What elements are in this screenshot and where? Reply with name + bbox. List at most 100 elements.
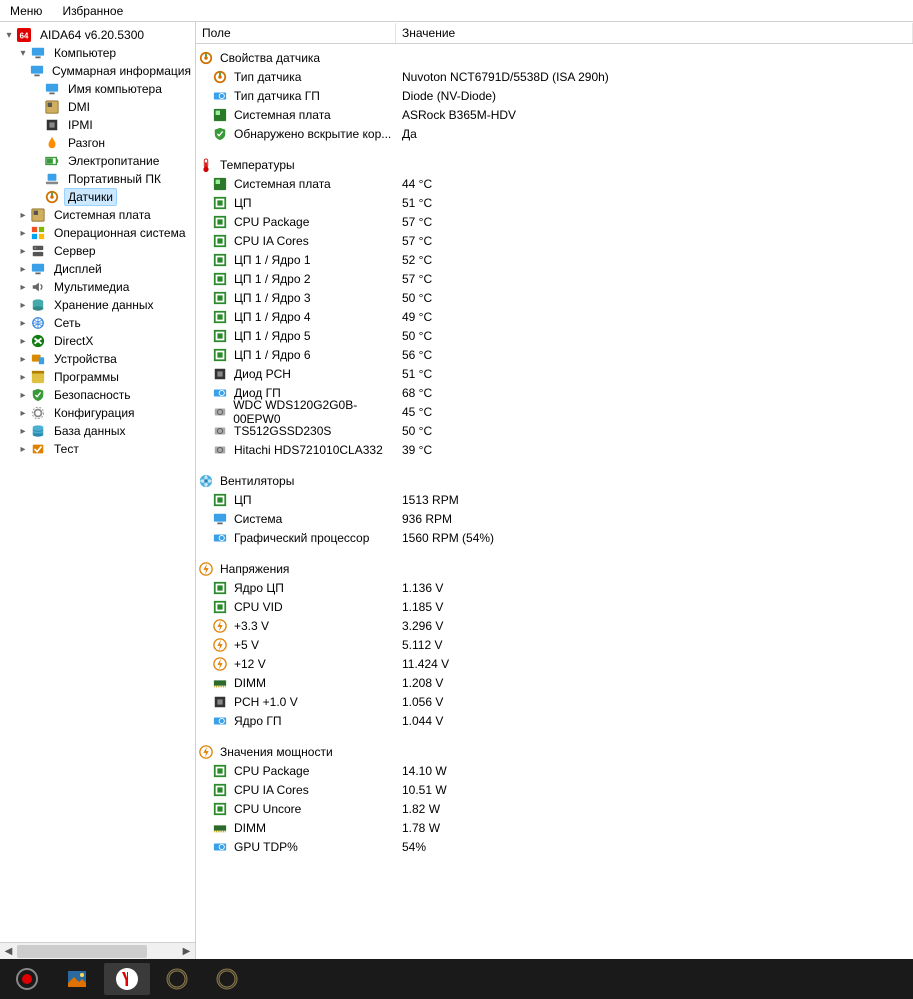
tree-item[interactable]: ▸Системная плата (0, 206, 195, 224)
collapse-icon[interactable]: ▾ (2, 28, 16, 42)
list-row[interactable]: GPU TDP%54% (196, 837, 913, 856)
tree-item[interactable]: ▸ Безопасность (0, 386, 195, 404)
expand-icon[interactable]: ▸ (16, 334, 30, 348)
list-row[interactable]: Тип датчика ГПDiode (NV-Diode) (196, 86, 913, 105)
row-field: +3.3 V (234, 619, 269, 633)
hdd-icon (212, 423, 228, 439)
list-row[interactable]: ЦП 1 / Ядро 656 °C (196, 345, 913, 364)
taskbar-item-record[interactable] (4, 963, 50, 995)
tree-item-label: Безопасность (50, 386, 135, 404)
section-header[interactable]: Температуры (196, 155, 913, 174)
taskbar-item-yandex[interactable] (104, 963, 150, 995)
list-row[interactable]: Система936 RPM (196, 509, 913, 528)
list-row[interactable]: CPU Uncore1.82 W (196, 799, 913, 818)
tree-item[interactable]: ▸Мультимедиа (0, 278, 195, 296)
expand-icon[interactable]: ▸ (16, 406, 30, 420)
taskbar-item-picture[interactable] (54, 963, 100, 995)
list-row[interactable]: +12 V11.424 V (196, 654, 913, 673)
list-row[interactable]: CPU Package14.10 W (196, 761, 913, 780)
list-row[interactable]: ЦП 1 / Ядро 350 °C (196, 288, 913, 307)
tree-item-computer-child[interactable]: Разгон (0, 134, 195, 152)
list-row[interactable]: CPU VID1.185 V (196, 597, 913, 616)
list-row[interactable]: ЦП 1 / Ядро 449 °C (196, 307, 913, 326)
tree-item-computer-child[interactable]: Суммарная информация (0, 62, 195, 80)
list-row[interactable]: Ядро ГП1.044 V (196, 711, 913, 730)
tree-root-app[interactable]: ▾64AIDA64 v6.20.5300 (0, 26, 195, 44)
tree-item-computer-child[interactable]: Портативный ПК (0, 170, 195, 188)
list-row[interactable]: DIMM1.208 V (196, 673, 913, 692)
expand-icon[interactable]: ▸ (16, 208, 30, 222)
tree-item[interactable]: ▸DirectX (0, 332, 195, 350)
list-row[interactable]: Графический процессор1560 RPM (54%) (196, 528, 913, 547)
section-header[interactable]: Значения мощности (196, 742, 913, 761)
list-row[interactable]: Ядро ЦП1.136 V (196, 578, 913, 597)
tree-item[interactable]: ▸Программы (0, 368, 195, 386)
tree-item[interactable]: ▸Устройства (0, 350, 195, 368)
horizontal-scrollbar[interactable]: ◀ ▶ (0, 942, 195, 959)
section-header[interactable]: Свойства датчика (196, 48, 913, 67)
tree-item[interactable]: ▸Сеть (0, 314, 195, 332)
expand-icon[interactable]: ▸ (16, 442, 30, 456)
tree-item[interactable]: ▸Дисплей (0, 260, 195, 278)
list-row[interactable]: ЦП 1 / Ядро 550 °C (196, 326, 913, 345)
section-header[interactable]: Вентиляторы (196, 471, 913, 490)
scroll-right-icon[interactable]: ▶ (178, 943, 195, 960)
sensor-icon (198, 50, 214, 66)
collapse-icon[interactable]: ▾ (16, 46, 30, 60)
expand-icon[interactable]: ▸ (16, 226, 30, 240)
list-row[interactable]: Тип датчикаNuvoton NCT6791D/5538D (ISA 2… (196, 67, 913, 86)
listview-header[interactable]: Поле Значение (196, 22, 913, 44)
tree-item-computer-child[interactable]: DMI (0, 98, 195, 116)
tree-item[interactable]: ▸Тест (0, 440, 195, 458)
expand-icon[interactable]: ▸ (16, 424, 30, 438)
list-row[interactable]: TS512GSSD230S50 °C (196, 421, 913, 440)
chip-icon (212, 763, 228, 779)
scroll-left-icon[interactable]: ◀ (0, 943, 17, 960)
list-row[interactable]: Hitachi HDS721010CLA33239 °C (196, 440, 913, 459)
list-row[interactable]: DIMM1.78 W (196, 818, 913, 837)
tree-item[interactable]: ▸База данных (0, 422, 195, 440)
expand-icon[interactable]: ▸ (16, 370, 30, 384)
menu-menu[interactable]: Меню (0, 1, 52, 21)
tree-item[interactable]: ▸Операционная система (0, 224, 195, 242)
list-row[interactable]: ЦП 1 / Ядро 257 °C (196, 269, 913, 288)
expand-icon[interactable]: ▸ (16, 316, 30, 330)
tree-item[interactable]: ▸Конфигурация (0, 404, 195, 422)
list-row[interactable]: ЦП1513 RPM (196, 490, 913, 509)
tree-item-computer-child[interactable]: Датчики (0, 188, 195, 206)
list-row[interactable]: Системная плата44 °C (196, 174, 913, 193)
tree-item-computer-child[interactable]: Электропитание (0, 152, 195, 170)
expand-icon[interactable]: ▸ (16, 244, 30, 258)
list-row[interactable]: ЦП51 °C (196, 193, 913, 212)
list-row[interactable]: +5 V5.112 V (196, 635, 913, 654)
section-header[interactable]: Напряжения (196, 559, 913, 578)
list-row[interactable]: ЦП 1 / Ядро 152 °C (196, 250, 913, 269)
expand-icon[interactable]: ▸ (16, 262, 30, 276)
tree-item[interactable]: ▸Сервер (0, 242, 195, 260)
expand-icon[interactable]: ▸ (16, 352, 30, 366)
list-row[interactable]: +3.3 V3.296 V (196, 616, 913, 635)
expand-icon[interactable]: ▸ (16, 388, 30, 402)
expand-icon[interactable]: ▸ (16, 280, 30, 294)
list-row[interactable]: CPU IA Cores57 °C (196, 231, 913, 250)
scroll-thumb[interactable] (17, 945, 147, 958)
list-row[interactable]: Обнаружено вскрытие кор...Да (196, 124, 913, 143)
menu-favorites[interactable]: Избранное (52, 1, 133, 21)
column-value[interactable]: Значение (396, 23, 913, 43)
list-row[interactable]: CPU IA Cores10.51 W (196, 780, 913, 799)
tree-item-computer-child[interactable]: IPMI (0, 116, 195, 134)
tree-item-computer[interactable]: ▾Компьютер (0, 44, 195, 62)
list-row[interactable]: Диод PCH51 °C (196, 364, 913, 383)
list-row[interactable]: PCH +1.0 V1.056 V (196, 692, 913, 711)
tree[interactable]: ▾64AIDA64 v6.20.5300▾КомпьютерСуммарная … (0, 22, 195, 942)
taskbar-item-ring[interactable] (154, 963, 200, 995)
column-field[interactable]: Поле (196, 23, 396, 43)
scroll-track[interactable] (17, 943, 178, 959)
tree-item[interactable]: ▸Хранение данных (0, 296, 195, 314)
expand-icon[interactable]: ▸ (16, 298, 30, 312)
list-row[interactable]: WDC WDS120G2G0B-00EPW045 °C (196, 402, 913, 421)
tree-item-computer-child[interactable]: Имя компьютера (0, 80, 195, 98)
taskbar-item-ring[interactable] (204, 963, 250, 995)
list-row[interactable]: CPU Package57 °C (196, 212, 913, 231)
list-row[interactable]: Системная платаASRock B365M-HDV (196, 105, 913, 124)
